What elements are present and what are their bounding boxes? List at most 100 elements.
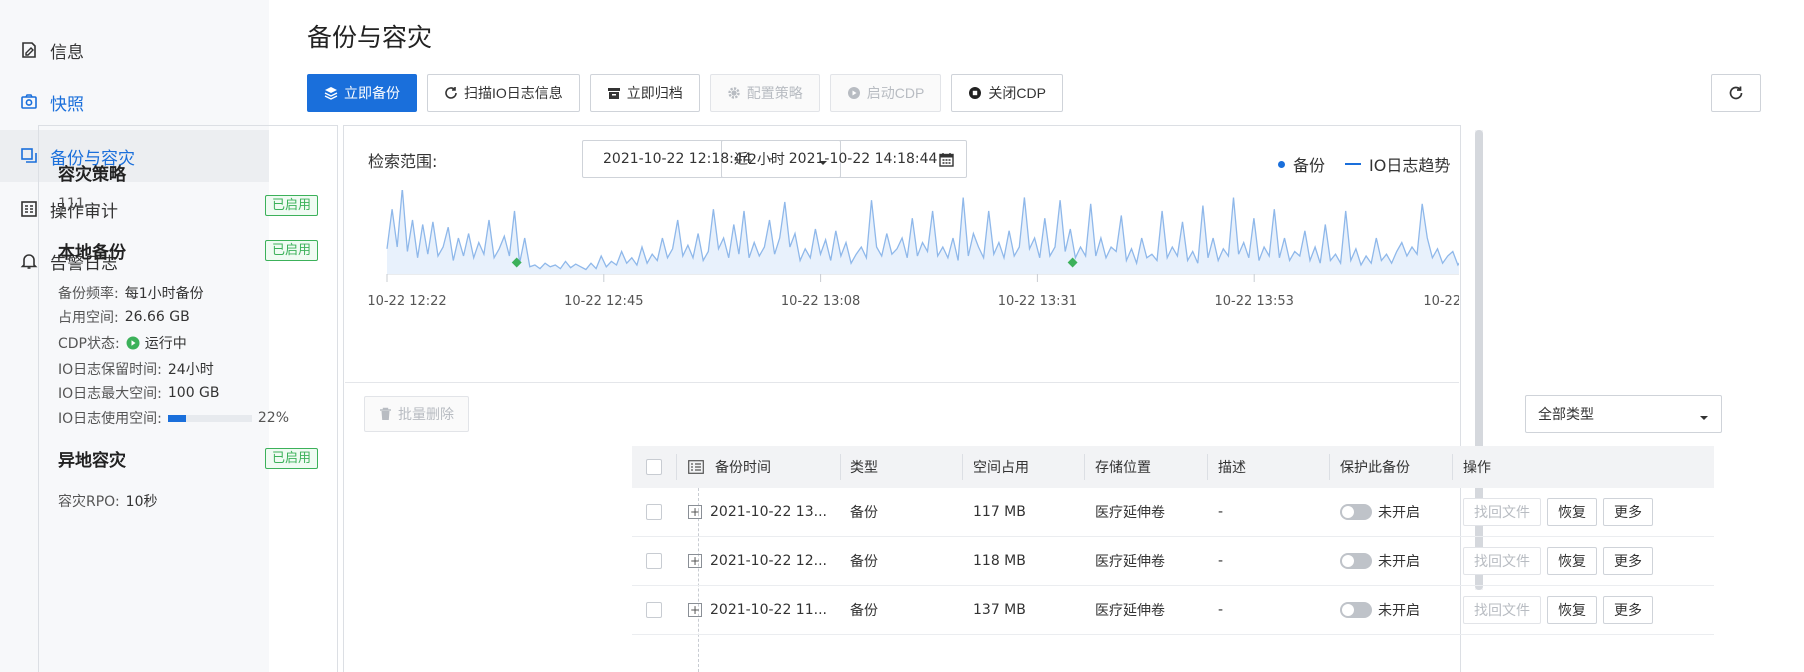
camera-icon bbox=[20, 93, 38, 111]
chart-legend: 备份 IO日志趋势 bbox=[1278, 152, 1450, 176]
refresh-icon bbox=[1728, 85, 1744, 101]
config-policy-label: 配置策略 bbox=[746, 85, 803, 101]
date-range-picker[interactable]: 2021-10-22 12:18:44 - 2021-10-22 14:18:4… bbox=[582, 140, 967, 178]
table-row: + 2021-10-22 12... 备份 118 MB 医疗延伸卷 - 未开启… bbox=[632, 537, 1714, 586]
legend-io-label: IO日志趋势 bbox=[1369, 156, 1451, 175]
status-badge: 已启用 bbox=[264, 448, 318, 469]
used-space-value: 26.66 GB bbox=[124, 309, 190, 325]
archive-now-label: 立即归档 bbox=[626, 85, 683, 101]
play-circle-icon bbox=[847, 86, 861, 100]
sidebar-item-snapshot[interactable]: 快照 bbox=[0, 76, 269, 128]
column-header-location[interactable]: 存储位置 bbox=[1095, 446, 1151, 488]
range-label: 检索范围: bbox=[368, 152, 438, 171]
column-header-type[interactable]: 类型 bbox=[850, 446, 878, 488]
row-location: 医疗延伸卷 bbox=[1095, 603, 1165, 619]
legend-io-marker bbox=[1345, 163, 1362, 165]
date-end: 2021-10-22 14:18:44 bbox=[788, 151, 938, 167]
protect-status: 未开启 bbox=[1378, 603, 1420, 619]
rpo-label: 容灾RPO: bbox=[58, 494, 120, 510]
x-tick-label: 10-22 13:53 bbox=[1215, 294, 1294, 309]
rpo-value: 10秒 bbox=[125, 494, 158, 510]
summary-panel: 容灾策略 111 已启用 本地备份 已启用 备份频率: 每1小时备份 占用空间:… bbox=[38, 125, 338, 672]
restore-button[interactable]: 恢复 bbox=[1547, 596, 1597, 624]
retrieve-file-button[interactable]: 找回文件 bbox=[1463, 498, 1541, 526]
scan-io-log-label: 扫描IO日志信息 bbox=[464, 85, 563, 101]
row-location: 医疗延伸卷 bbox=[1095, 554, 1165, 570]
cdp-status-value-wrap: 运行中 bbox=[126, 333, 187, 353]
column-header-desc[interactable]: 描述 bbox=[1218, 446, 1246, 488]
row-checkbox[interactable] bbox=[646, 586, 662, 634]
x-tick-label: 10-22 13:08 bbox=[781, 294, 860, 309]
io-retention-value: 24小时 bbox=[167, 362, 214, 378]
status-badge: 已启用 bbox=[264, 195, 318, 216]
audit-icon bbox=[20, 200, 38, 218]
layers-icon bbox=[324, 86, 338, 100]
expand-icon[interactable]: + bbox=[688, 505, 702, 519]
row-checkbox[interactable] bbox=[646, 537, 662, 585]
expand-icon[interactable]: + bbox=[688, 554, 702, 568]
config-policy-button[interactable]: 配置策略 bbox=[709, 74, 820, 112]
select-all-checkbox[interactable] bbox=[646, 446, 662, 488]
row-desc: - bbox=[1218, 602, 1224, 618]
bell-icon bbox=[20, 252, 38, 270]
backup-now-label: 立即备份 bbox=[344, 85, 400, 101]
local-backup-title: 本地备份 bbox=[58, 243, 126, 263]
close-cdp-label: 关闭CDP bbox=[988, 85, 1046, 101]
batch-delete-label: 批量删除 bbox=[398, 406, 454, 422]
archive-icon bbox=[607, 86, 621, 100]
more-button[interactable]: 更多 bbox=[1603, 547, 1653, 575]
protect-toggle[interactable] bbox=[1340, 602, 1372, 618]
batch-delete-button[interactable]: 批量删除 bbox=[364, 396, 469, 432]
protect-toggle[interactable] bbox=[1340, 504, 1372, 520]
row-checkbox[interactable] bbox=[646, 488, 662, 536]
column-header-size[interactable]: 空间占用 bbox=[973, 446, 1029, 488]
column-header-protect[interactable]: 保护此备份 bbox=[1340, 446, 1410, 488]
expand-icon[interactable]: + bbox=[688, 603, 702, 617]
x-tick-label: 10-22 12:22 bbox=[367, 294, 446, 309]
row-protect: 未开启 bbox=[1340, 586, 1420, 634]
retrieve-file-button[interactable]: 找回文件 bbox=[1463, 547, 1541, 575]
toolbar: 立即备份 扫描IO日志信息 立即归档 配置策略 启动CDP 关闭CDP bbox=[307, 74, 1073, 112]
column-settings-icon[interactable] bbox=[688, 446, 704, 488]
date-start: 2021-10-22 12:18:44 bbox=[603, 151, 752, 167]
x-tick-label: 10-22 14:19 bbox=[1423, 294, 1459, 309]
page-refresh-button[interactable] bbox=[1711, 74, 1761, 112]
scan-io-log-button[interactable]: 扫描IO日志信息 bbox=[427, 74, 580, 112]
archive-now-button[interactable]: 立即归档 bbox=[589, 74, 700, 112]
row-size: 117 MB bbox=[973, 504, 1026, 520]
io-used-space-label: IO日志使用空间: bbox=[58, 411, 162, 427]
column-header-time[interactable]: 备份时间 bbox=[715, 446, 771, 488]
protect-toggle[interactable] bbox=[1340, 553, 1372, 569]
restore-button[interactable]: 恢复 bbox=[1547, 547, 1597, 575]
sidebar-item-info[interactable]: 信息 bbox=[0, 24, 269, 76]
table-row: + 2021-10-22 13... 备份 117 MB 医疗延伸卷 - 未开启… bbox=[632, 488, 1714, 537]
row-actions: 找回文件 恢复 更多 bbox=[1463, 586, 1659, 634]
io-used-progress-fill bbox=[167, 414, 187, 422]
type-filter-select[interactable]: 全部类型 bbox=[1525, 395, 1722, 433]
io-retention-row: IO日志保留时间: 24小时 bbox=[58, 359, 214, 379]
close-cdp-button[interactable]: 关闭CDP bbox=[951, 74, 1063, 112]
more-button[interactable]: 更多 bbox=[1603, 498, 1653, 526]
row-time: 2021-10-22 13... bbox=[710, 504, 827, 520]
status-badge: 已启用 bbox=[264, 240, 318, 261]
table-row: + 2021-10-22 11... 备份 137 MB 医疗延伸卷 - 未开启… bbox=[632, 586, 1714, 635]
row-actions: 找回文件 恢复 更多 bbox=[1463, 488, 1659, 536]
protect-status: 未开启 bbox=[1378, 505, 1420, 521]
more-button[interactable]: 更多 bbox=[1603, 596, 1653, 624]
refresh-icon bbox=[444, 86, 458, 100]
row-location: 医疗延伸卷 bbox=[1095, 505, 1165, 521]
caret-down-icon bbox=[1699, 410, 1709, 426]
retrieve-file-button[interactable]: 找回文件 bbox=[1463, 596, 1541, 624]
x-tick-label: 10-22 13:31 bbox=[998, 294, 1077, 309]
start-cdp-button[interactable]: 启动CDP bbox=[829, 74, 942, 112]
date-separator: - bbox=[767, 151, 773, 167]
row-time: 2021-10-22 12... bbox=[710, 553, 827, 569]
io-used-progress bbox=[167, 414, 252, 422]
backup-frequency-label: 备份频率: bbox=[58, 286, 119, 302]
x-tick-label: 10-22 12:45 bbox=[564, 294, 643, 309]
restore-button[interactable]: 恢复 bbox=[1547, 498, 1597, 526]
io-used-space-percent: 22% bbox=[257, 410, 289, 426]
cdp-status-row: CDP状态: 运行中 bbox=[58, 333, 187, 353]
backup-now-button[interactable]: 立即备份 bbox=[307, 74, 417, 112]
io-retention-label: IO日志保留时间: bbox=[58, 362, 162, 378]
